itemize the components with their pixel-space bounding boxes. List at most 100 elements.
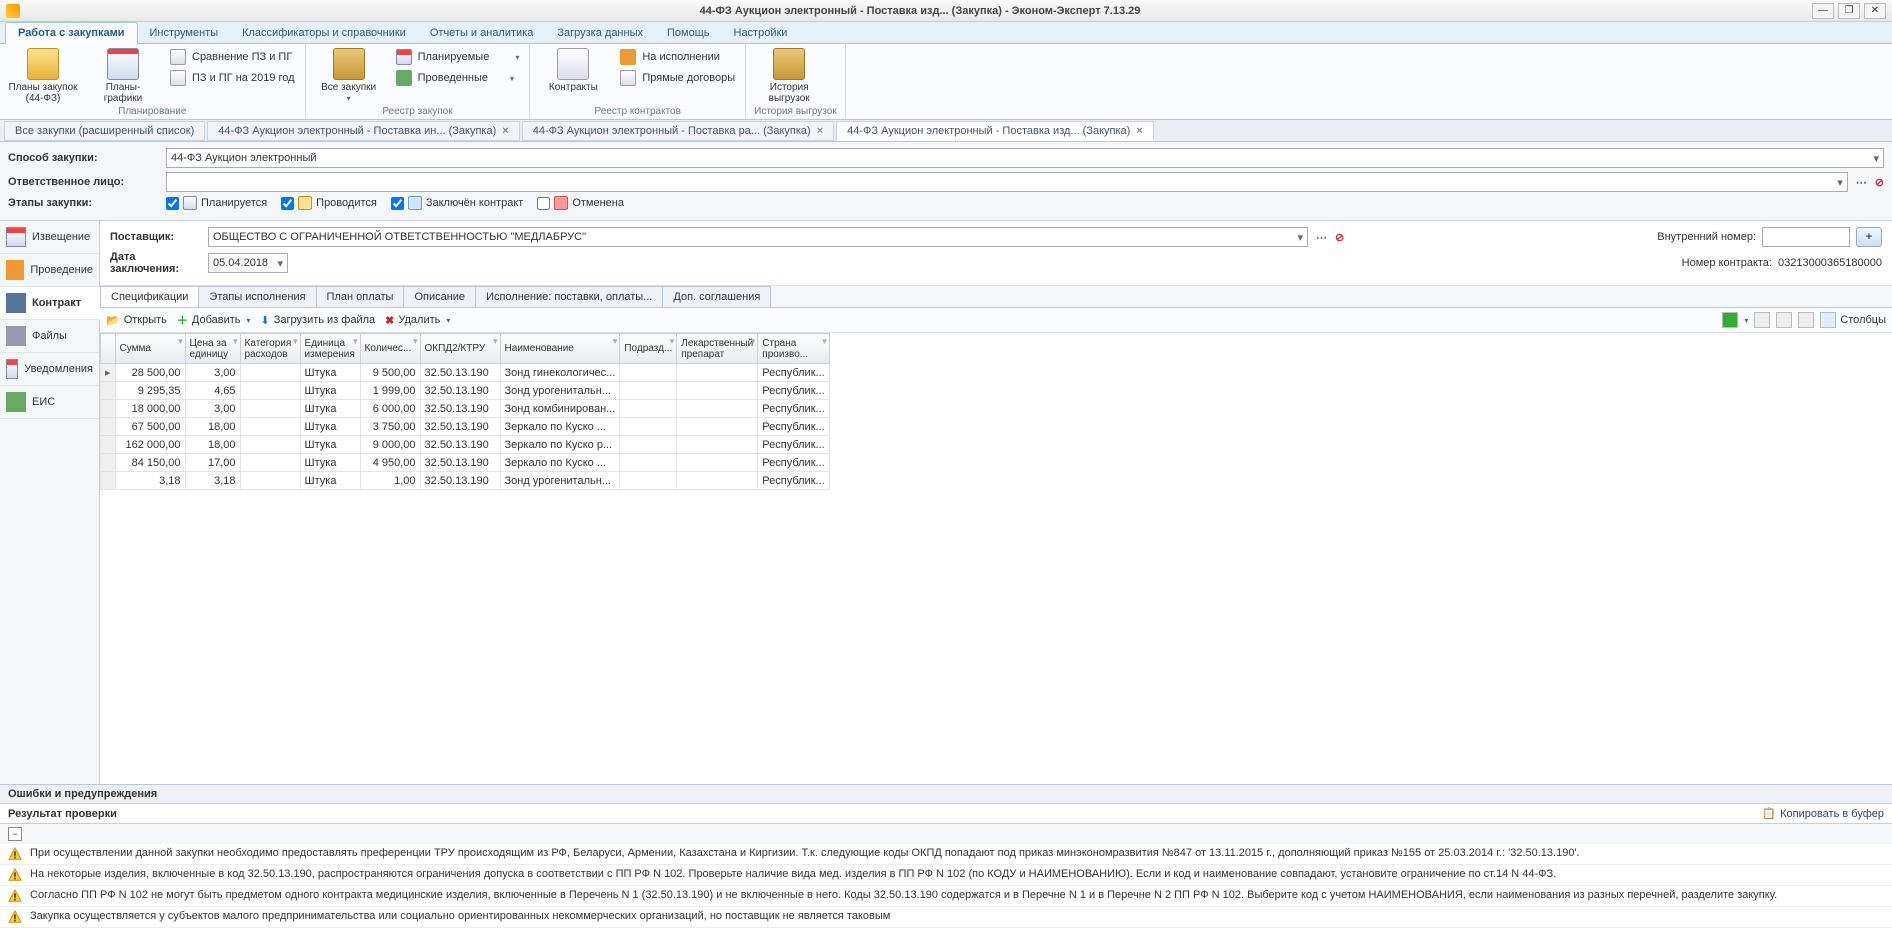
col-header[interactable]: Страна произво...▾ [758,334,829,364]
sidebar-item-conducting[interactable]: Проведение [0,254,99,287]
columns-button[interactable]: Столбцы [1820,312,1886,328]
plans-44fz-button[interactable]: Планы закупок (44-ФЗ) [8,46,78,104]
clear-icon[interactable]: ⊘ [1875,176,1884,189]
search-icon[interactable] [1776,312,1792,328]
plans-schedules-button[interactable]: Планы-графики [88,46,158,104]
table-row[interactable]: 18 000,003,00Штука6 000,0032.50.13.190Зо… [101,400,830,418]
filter-icon[interactable]: ▾ [493,336,498,347]
open-button[interactable]: 📂Открыть [106,314,167,327]
add-button[interactable]: + [1856,227,1882,247]
planned-button[interactable]: Планируемые▾ [394,48,522,66]
tab-settings[interactable]: Настройки [722,23,800,43]
col-header[interactable]: Лекарственный препарат▾ [677,334,758,364]
table-row[interactable]: 9 295,354,65Штука1 999,0032.50.13.190Зон… [101,382,830,400]
intnum-label: Внутренний номер: [1657,231,1756,243]
subtab-addl[interactable]: Доп. соглашения [662,286,771,307]
filter-icon[interactable]: ▾ [178,336,183,347]
completed-button[interactable]: Проведенные▾ [394,69,522,87]
excel-icon[interactable] [1722,312,1738,328]
sidebar-item-notifications[interactable]: Уведомления [0,353,99,386]
more-button[interactable]: ⋯ [1856,176,1867,189]
close-icon[interactable]: × [1136,125,1142,137]
add-row-button[interactable]: ＋Добавить [177,312,251,328]
table-row[interactable]: 3,183,18Штука1,0032.50.13.190Зонд уроген… [101,472,830,490]
table-row[interactable]: ▸28 500,003,00Штука9 500,0032.50.13.190З… [101,364,830,382]
copy-buffer-button[interactable]: 📋Копировать в буфер [1762,807,1884,820]
table-row[interactable]: 67 500,0018,00Штука3 750,0032.50.13.190З… [101,418,830,436]
close-icon[interactable]: × [502,125,508,137]
col-header[interactable]: Цена за единицу▾ [185,334,240,364]
subtab-desc[interactable]: Описание [403,286,476,307]
in-execution-button[interactable]: На исполнении [618,48,737,66]
col-header[interactable]: Категория расходов▾ [240,334,300,364]
tab-reports[interactable]: Отчеты и аналитика [418,23,546,43]
filter-icon[interactable]: ▾ [822,336,827,347]
clear-icon[interactable]: ⊘ [1335,231,1344,244]
compare-pz-pg-button[interactable]: Сравнение ПЗ и ПГ [168,48,297,66]
delete-button[interactable]: ✖Удалить [385,314,450,327]
tab-dataload[interactable]: Загрузка данных [545,23,655,43]
subtab-exec[interactable]: Исполнение: поставки, оплаты... [475,286,663,307]
responsible-select[interactable] [166,172,1848,192]
sync-icon [6,392,26,412]
filter-icon[interactable]: ▾ [233,336,238,347]
grid-icon[interactable] [1754,312,1770,328]
stage-inprogress-check[interactable] [281,197,294,210]
sidebar-item-notice[interactable]: Извещение [0,221,99,254]
responsible-label: Ответственное лицо: [8,176,158,188]
supplier-more-button[interactable]: ⋯ [1316,231,1327,244]
direct-contracts-button[interactable]: Прямые договоры [618,69,737,87]
doctab-2[interactable]: 44-ФЗ Аукцион электронный - Поставка ра.… [522,121,834,141]
warning-item: При осуществлении данной закупки необход… [0,844,1892,865]
minimize-button[interactable]: — [1812,3,1834,19]
supplier-select[interactable]: ОБЩЕСТВО С ОГРАНИЧЕННОЙ ОТВЕТСТВЕННОСТЬЮ… [208,227,1308,247]
method-select[interactable]: 44-ФЗ Аукцион электронный [166,148,1884,168]
col-header[interactable]: Наименование▾ [500,334,620,364]
intnum-input[interactable] [1762,227,1850,247]
tab-purchases[interactable]: Работа с закупками [5,22,138,44]
filter-icon[interactable]: ▾ [413,336,418,347]
contracts-button[interactable]: Контракты [538,46,608,93]
table-row[interactable]: 162 000,0018,00Штука9 000,0032.50.13.190… [101,436,830,454]
filter-icon[interactable]: ▾ [293,336,298,347]
sidebar-item-eis[interactable]: ЕИС [0,386,99,419]
filter-icon[interactable]: ▾ [751,336,756,347]
col-header[interactable]: Количес...▾ [360,334,420,364]
subtab-stages[interactable]: Этапы исполнения [198,286,316,307]
table-row[interactable]: 84 150,0017,00Штука4 950,0032.50.13.190З… [101,454,830,472]
stage-planned-check[interactable] [166,197,179,210]
col-header[interactable]: Подразд...▾ [620,334,677,364]
calendar-icon [6,227,26,247]
hammer-icon [6,260,24,280]
doctab-3[interactable]: 44-ФЗ Аукцион электронный - Поставка изд… [836,121,1154,141]
stage-cancelled-check[interactable] [537,197,550,210]
maximize-button[interactable]: ❐ [1838,3,1860,19]
export-history-button[interactable]: История выгрузок [754,46,824,104]
sidebar-item-files[interactable]: Файлы [0,320,99,353]
all-purchases-button[interactable]: Все закупки▾ [314,46,384,104]
tree-collapse-icon[interactable]: − [8,827,22,841]
tab-classifiers[interactable]: Классификаторы и справочники [230,23,418,43]
spec-grid[interactable]: Сумма▾Цена за единицу▾Категория расходов… [100,333,1892,784]
stage-contract-check[interactable] [391,197,404,210]
tab-tools[interactable]: Инструменты [138,23,231,43]
subtab-payplan[interactable]: План оплаты [316,286,405,307]
filter-icon[interactable]: ▾ [613,336,618,347]
col-header[interactable]: ОКПД2/КТРУ▾ [420,334,500,364]
pz-pg-2019-button[interactable]: ПЗ и ПГ на 2019 год [168,69,297,87]
col-header[interactable]: Сумма▾ [115,334,185,364]
close-button[interactable]: ✕ [1864,3,1886,19]
date-input[interactable]: 05.04.2018 [208,253,288,273]
doctab-1[interactable]: 44-ФЗ Аукцион электронный - Поставка ин.… [207,121,519,141]
filter-icon[interactable]: ▾ [353,336,358,347]
purchase-header-form: Способ закупки: 44-ФЗ Аукцион электронны… [0,142,1892,221]
sidebar-item-contract[interactable]: Контракт [0,287,100,320]
expand-icon[interactable] [1798,312,1814,328]
doctab-all[interactable]: Все закупки (расширенный список) [4,121,205,141]
close-icon[interactable]: × [817,125,823,137]
filter-icon[interactable]: ▾ [670,336,675,347]
subtab-spec[interactable]: Спецификации [100,286,199,307]
tab-help[interactable]: Помощь [655,23,722,43]
col-header[interactable]: Единица измерения▾ [300,334,360,364]
load-file-button[interactable]: ⬇Загрузить из файла [261,314,376,327]
